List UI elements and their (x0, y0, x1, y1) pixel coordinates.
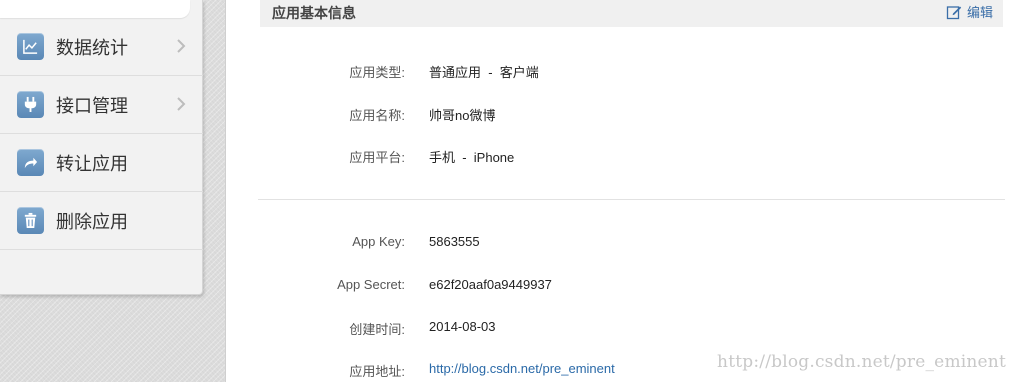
edit-icon (946, 5, 962, 19)
info-row-app-name: 应用名称: 帅哥no微博 (226, 105, 1006, 125)
main-content: 应用基本信息 编辑 应用类型: 普通应用 - 客户端 应用名称: 帅哥no微博 … (226, 0, 1018, 382)
edit-label: 编辑 (966, 6, 993, 21)
plug-icon (17, 91, 44, 118)
trash-icon (17, 207, 44, 234)
info-row-platform: 应用平台: 手机 - iPhone (226, 147, 1006, 167)
sidebar-top-tab (0, 0, 190, 18)
app-name-value: 帅哥no微博 (429, 108, 496, 123)
chevron-right-icon (177, 97, 186, 111)
watermark: http://blog.csdn.net/pre_eminent (717, 352, 1006, 372)
app-key-value: 5863555 (429, 234, 480, 249)
info-row-app-secret: App Secret: e62f20aaf0a9449937 (226, 277, 1006, 297)
sidebar-item-delete-app[interactable]: 删除应用 (0, 192, 203, 250)
app-secret-label: App Secret: (337, 277, 405, 292)
platform-value: 手机 - iPhone (429, 150, 515, 165)
sidebar-item-statistics[interactable]: 数据统计 (0, 18, 203, 76)
sidebar-item-transfer-app[interactable]: 转让应用 (0, 134, 203, 192)
section-divider (258, 199, 1005, 200)
app-url-link[interactable]: http://blog.csdn.net/pre_eminent (429, 361, 615, 376)
sidebar-item-label: 删除应用 (56, 211, 128, 233)
sidebar-item-label: 数据统计 (56, 37, 128, 59)
info-row-app-type: 应用类型: 普通应用 - 客户端 (226, 62, 1006, 82)
edit-button[interactable]: 编辑 (946, 2, 993, 21)
info-row-created: 创建时间: 2014-08-03 (226, 319, 1006, 339)
app-info-page: 数据统计 接口管理 转让应用 删除应用 应用基本信息 编辑 应用类型: 普通应用… (0, 0, 1018, 382)
platform-label: 应用平台: (349, 150, 405, 165)
sidebar-item-api-management[interactable]: 接口管理 (0, 76, 203, 134)
app-secret-value: e62f20aaf0a9449937 (429, 277, 552, 292)
sidebar-menu: 数据统计 接口管理 转让应用 删除应用 (0, 0, 203, 295)
chevron-right-icon (177, 39, 186, 53)
app-key-label: App Key: (352, 234, 405, 249)
share-arrow-icon (17, 149, 44, 176)
created-value: 2014-08-03 (429, 319, 496, 334)
app-type-value: 普通应用 - 客户端 (429, 65, 539, 80)
created-label: 创建时间: (349, 322, 405, 337)
sidebar-item-label: 转让应用 (56, 153, 128, 175)
app-url-label: 应用地址: (349, 364, 405, 379)
sidebar-item-label: 接口管理 (56, 95, 128, 117)
app-name-label: 应用名称: (349, 108, 405, 123)
section-header: 应用基本信息 编辑 (260, 0, 1003, 27)
section-title: 应用基本信息 (272, 6, 356, 22)
app-type-label: 应用类型: (349, 65, 405, 80)
line-chart-icon (17, 33, 44, 60)
info-row-app-key: App Key: 5863555 (226, 234, 1006, 254)
